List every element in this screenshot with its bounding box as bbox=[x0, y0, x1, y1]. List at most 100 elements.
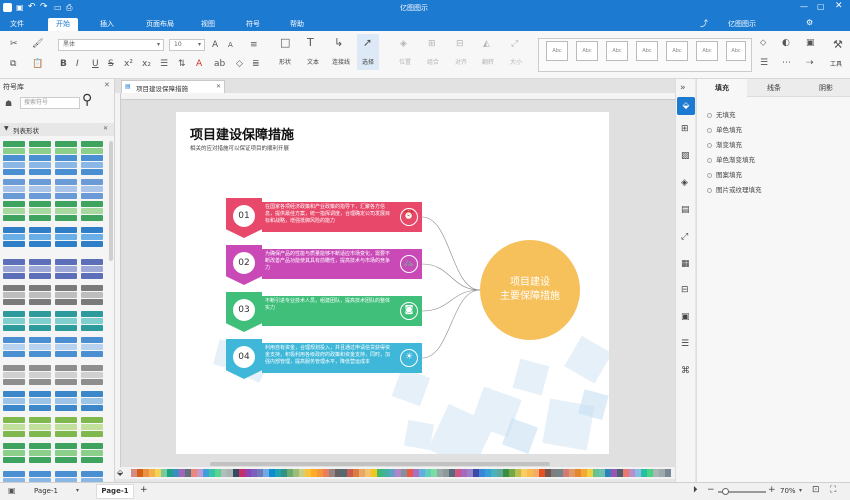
shape-thumbnail[interactable] bbox=[55, 186, 77, 192]
shape-thumbnail[interactable] bbox=[55, 227, 77, 233]
fill-option-3[interactable]: 渐变填充 bbox=[707, 139, 742, 149]
page-layout-icon[interactable]: ▣ bbox=[8, 486, 16, 495]
tools-icon[interactable]: ⚒ bbox=[833, 38, 843, 51]
shape-thumbnail[interactable] bbox=[81, 391, 103, 397]
page-selector[interactable]: Page-1 bbox=[34, 487, 58, 495]
color-swatches[interactable] bbox=[131, 469, 671, 477]
user-account[interactable]: 亿图图示 bbox=[728, 19, 756, 29]
step-text-box-1[interactable]: 在国家各项经济政策和产业政策的指导下，汇聚各方信息，提供最佳方案，统一指挥调度，… bbox=[262, 202, 422, 232]
radio-icon[interactable] bbox=[707, 127, 712, 133]
menu-insert[interactable]: 插入 bbox=[92, 18, 122, 31]
size-label[interactable]: 大小 bbox=[505, 57, 527, 66]
flip-icon[interactable]: ◭ bbox=[483, 39, 490, 49]
shape-thumbnail[interactable] bbox=[81, 379, 103, 385]
shape-thumbnail[interactable] bbox=[29, 337, 51, 343]
maximize-button[interactable]: ▢ bbox=[817, 2, 825, 11]
shape-thumbnail[interactable] bbox=[29, 365, 51, 371]
shape-thumbnail[interactable] bbox=[3, 325, 25, 331]
radio-icon[interactable] bbox=[707, 157, 712, 163]
shape-thumbnail[interactable] bbox=[55, 155, 77, 161]
shape-thumbnail[interactable] bbox=[3, 318, 25, 324]
shape-thumbnail[interactable] bbox=[29, 372, 51, 378]
shape-thumbnail[interactable] bbox=[55, 398, 77, 404]
shape-icon[interactable]: □ bbox=[280, 37, 290, 48]
shape-thumbnail[interactable] bbox=[55, 318, 77, 324]
shape-thumbnail[interactable] bbox=[81, 424, 103, 430]
bold-icon[interactable]: B bbox=[60, 59, 67, 69]
clear-format-icon[interactable]: ◇ bbox=[236, 59, 243, 69]
align-objects-label[interactable]: 对齐 bbox=[450, 57, 472, 66]
shape-thumbnail[interactable] bbox=[55, 299, 77, 305]
shape-thumbnail[interactable] bbox=[3, 405, 25, 411]
shape-thumbnail[interactable] bbox=[81, 471, 103, 477]
tab-line[interactable]: 线条 bbox=[749, 79, 799, 97]
image-icon[interactable]: ▨ bbox=[681, 151, 690, 161]
shape-thumbnail[interactable] bbox=[3, 351, 25, 357]
shape-thumbnail[interactable] bbox=[81, 457, 103, 463]
shape-thumbnail[interactable] bbox=[29, 241, 51, 247]
shape-thumbnail[interactable] bbox=[3, 450, 25, 456]
shape-thumbnail[interactable] bbox=[3, 266, 25, 272]
increase-font-icon[interactable]: A bbox=[212, 40, 218, 50]
radio-icon[interactable] bbox=[707, 112, 712, 118]
shadow-style-icon[interactable]: ▣ bbox=[806, 38, 815, 48]
pointer-icon[interactable]: ➚ bbox=[363, 37, 372, 48]
open-icon[interactable]: ▭ bbox=[54, 3, 62, 12]
copy-icon[interactable]: ⧉ bbox=[10, 59, 16, 69]
shape-thumbnail[interactable] bbox=[55, 391, 77, 397]
shape-thumbnail[interactable] bbox=[29, 351, 51, 357]
group-icon[interactable]: ⊞ bbox=[428, 39, 436, 49]
shape-thumbnail[interactable] bbox=[3, 285, 25, 291]
shape-thumbnail[interactable] bbox=[81, 266, 103, 272]
zoom-in-icon[interactable]: + bbox=[768, 485, 776, 495]
shape-thumbnail[interactable] bbox=[29, 318, 51, 324]
shape-thumbnail[interactable] bbox=[81, 431, 103, 437]
shape-thumbnail[interactable] bbox=[3, 391, 25, 397]
align-icon[interactable]: ≡ bbox=[250, 40, 258, 50]
shape-thumbnail[interactable] bbox=[81, 162, 103, 168]
shape-thumbnail[interactable] bbox=[3, 193, 25, 199]
shape-thumbnail[interactable] bbox=[81, 311, 103, 317]
shape-thumbnail[interactable] bbox=[81, 227, 103, 233]
shape-thumbnail[interactable] bbox=[55, 201, 77, 207]
zoom-dropdown-icon[interactable]: ▾ bbox=[799, 487, 802, 494]
shape-thumbnail[interactable] bbox=[29, 344, 51, 350]
shape-thumbnail[interactable] bbox=[29, 155, 51, 161]
shape-thumbnail[interactable] bbox=[29, 162, 51, 168]
shape-thumbnail[interactable] bbox=[29, 450, 51, 456]
shape-thumbnail[interactable] bbox=[55, 266, 77, 272]
text-label[interactable]: 文本 bbox=[302, 57, 324, 66]
menu-symbol[interactable]: 符号 bbox=[238, 18, 268, 31]
document-tab[interactable]: ▤ 项目建设保障措施 ✕ bbox=[121, 80, 225, 93]
shape-thumbnail[interactable] bbox=[55, 285, 77, 291]
library-scrollbar[interactable] bbox=[109, 141, 113, 261]
shape-thumbnail[interactable] bbox=[3, 141, 25, 147]
cut-icon[interactable]: ✂ bbox=[10, 39, 18, 49]
grid-icon[interactable]: ⊞ bbox=[681, 124, 689, 134]
shape-thumbnail[interactable] bbox=[3, 471, 25, 477]
outline-icon[interactable]: ☰ bbox=[681, 339, 689, 349]
underline-icon[interactable]: U bbox=[92, 59, 99, 69]
tab-fill[interactable]: 填充 bbox=[697, 79, 747, 97]
shape-thumbnail[interactable] bbox=[55, 379, 77, 385]
shape-thumbnail[interactable] bbox=[3, 201, 25, 207]
shape-thumbnail[interactable] bbox=[81, 351, 103, 357]
shape-label[interactable]: 形状 bbox=[274, 57, 296, 66]
shape-thumbnail[interactable] bbox=[29, 266, 51, 272]
shape-thumbnail[interactable] bbox=[3, 208, 25, 214]
shape-thumbnail[interactable] bbox=[29, 179, 51, 185]
bullet-list-icon[interactable]: ☰ bbox=[160, 59, 168, 69]
text-direction-icon[interactable]: ⇅ bbox=[178, 59, 186, 69]
shape-thumbnail[interactable] bbox=[29, 379, 51, 385]
shape-thumbnail[interactable] bbox=[81, 179, 103, 185]
shape-thumbnail[interactable] bbox=[55, 179, 77, 185]
style-swatch-1[interactable]: Abc bbox=[546, 41, 568, 61]
line-dash-icon[interactable]: ⋯ bbox=[782, 58, 791, 68]
symbol-search-input[interactable]: 搜索符号 bbox=[20, 97, 80, 109]
shape-thumbnail[interactable] bbox=[29, 169, 51, 175]
shape-thumbnail[interactable] bbox=[81, 443, 103, 449]
shape-thumbnail[interactable] bbox=[29, 201, 51, 207]
picture-frame-icon[interactable]: ▣ bbox=[681, 312, 690, 322]
shape-thumbnail[interactable] bbox=[3, 155, 25, 161]
shape-thumbnail[interactable] bbox=[55, 424, 77, 430]
